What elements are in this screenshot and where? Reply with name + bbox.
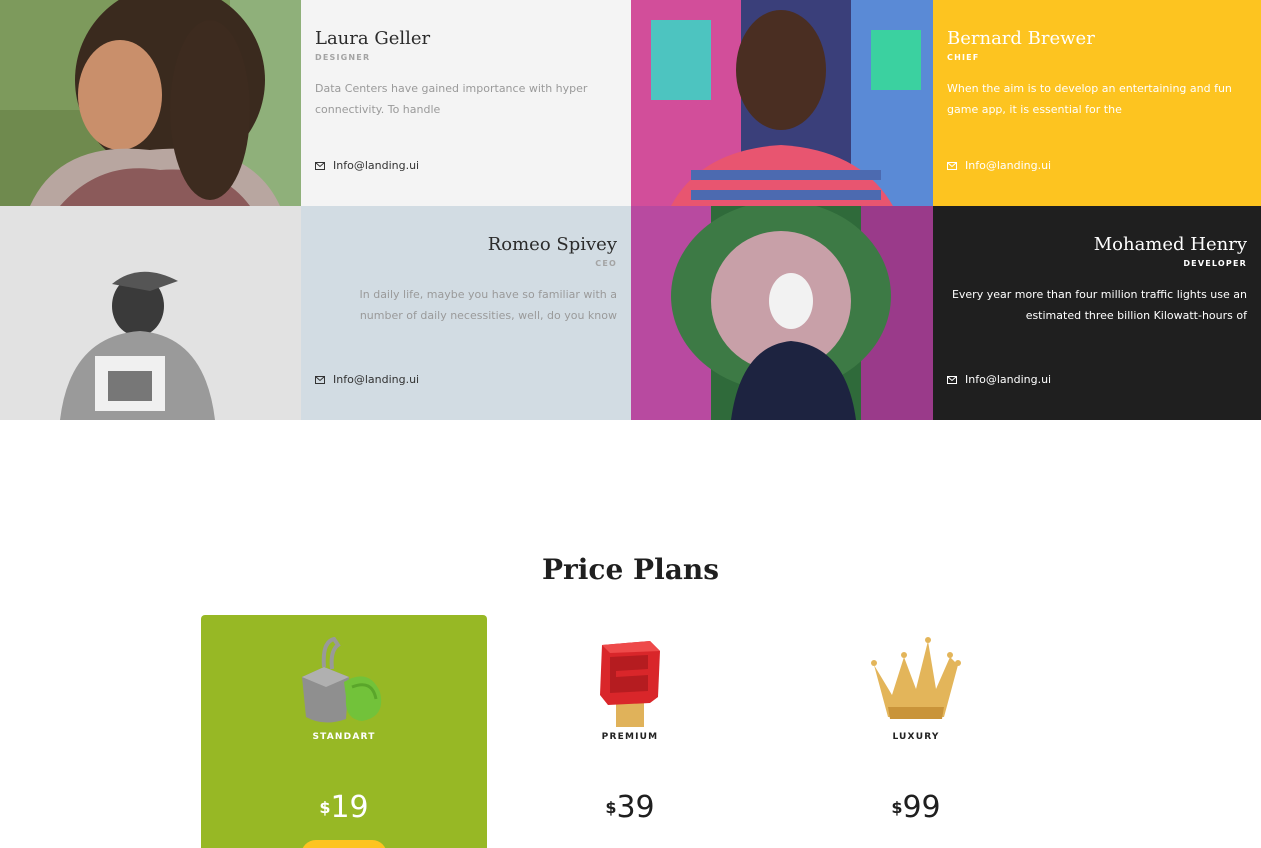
team-photo-romeo [0, 206, 301, 420]
member-role: DEVELOPER [1183, 259, 1247, 268]
red-block-icon [580, 637, 680, 729]
pricing-title: Price Plans [541, 553, 719, 586]
plan-price: $19 [201, 790, 487, 825]
plan-select-button[interactable] [301, 840, 387, 848]
member-bio: Every year more than four million traffi… [951, 288, 1247, 322]
team-card-bernard: Bernard Brewer CHIEF When the aim is to … [933, 0, 1261, 206]
plan-card-luxury[interactable]: LUXURY $99 [773, 615, 1059, 848]
member-email-link[interactable]: Info@landing.ui [315, 159, 419, 172]
member-email-link[interactable]: Info@landing.ui [315, 373, 419, 386]
envelope-icon [315, 161, 325, 170]
plan-price: $99 [773, 790, 1059, 825]
member-role: CEO [595, 259, 617, 268]
member-name: Romeo Spivey [487, 234, 617, 255]
team-card-romeo: Romeo Spivey CEO In daily life, maybe yo… [301, 206, 631, 420]
member-bio: In daily life, maybe you have so familia… [359, 288, 618, 322]
member-email-link[interactable]: Info@landing.ui [947, 159, 1051, 172]
team-section: Laura Geller DESIGNER Data Centers have … [0, 0, 1261, 420]
member-name: Bernard Brewer [947, 28, 1095, 49]
plan-price-value: 39 [616, 790, 655, 825]
currency-symbol: $ [891, 798, 903, 817]
member-email: Info@landing.ui [965, 159, 1052, 172]
team-card-mohamed: Mohamed Henry DEVELOPER Every year more … [933, 206, 1261, 420]
envelope-icon [947, 161, 957, 170]
plan-price: $39 [487, 790, 773, 825]
member-name: Mohamed Henry [1093, 234, 1247, 255]
team-card-laura: Laura Geller DESIGNER Data Centers have … [301, 0, 631, 206]
member-email: Info@landing.ui [965, 373, 1052, 386]
currency-symbol: $ [605, 798, 617, 817]
plan-card-premium[interactable]: PREMIUM $39 [487, 615, 773, 848]
crown-icon [866, 637, 966, 729]
member-role: CHIEF [947, 53, 980, 62]
bucket-icon [294, 636, 394, 729]
team-photo-mohamed [631, 206, 933, 420]
team-photo-laura [0, 0, 301, 206]
member-role: DESIGNER [315, 53, 371, 62]
plan-name: LUXURY [892, 732, 940, 742]
team-photo-bernard [631, 0, 933, 206]
plan-name: PREMIUM [601, 732, 659, 742]
member-email: Info@landing.ui [333, 373, 420, 386]
member-bio: When the aim is to develop an entertaini… [947, 82, 1232, 116]
currency-symbol: $ [319, 798, 331, 817]
member-name: Laura Geller [315, 28, 431, 49]
envelope-icon [947, 375, 957, 384]
member-bio: Data Centers have gained importance with… [315, 82, 588, 116]
envelope-icon [315, 375, 325, 384]
plan-card-standart[interactable]: STANDART $19 [201, 615, 487, 848]
member-email: Info@landing.ui [333, 159, 420, 172]
plan-price-value: 99 [902, 790, 941, 825]
member-email-link[interactable]: Info@landing.ui [947, 373, 1051, 386]
plan-name: STANDART [312, 732, 376, 742]
plan-price-value: 19 [330, 790, 369, 825]
